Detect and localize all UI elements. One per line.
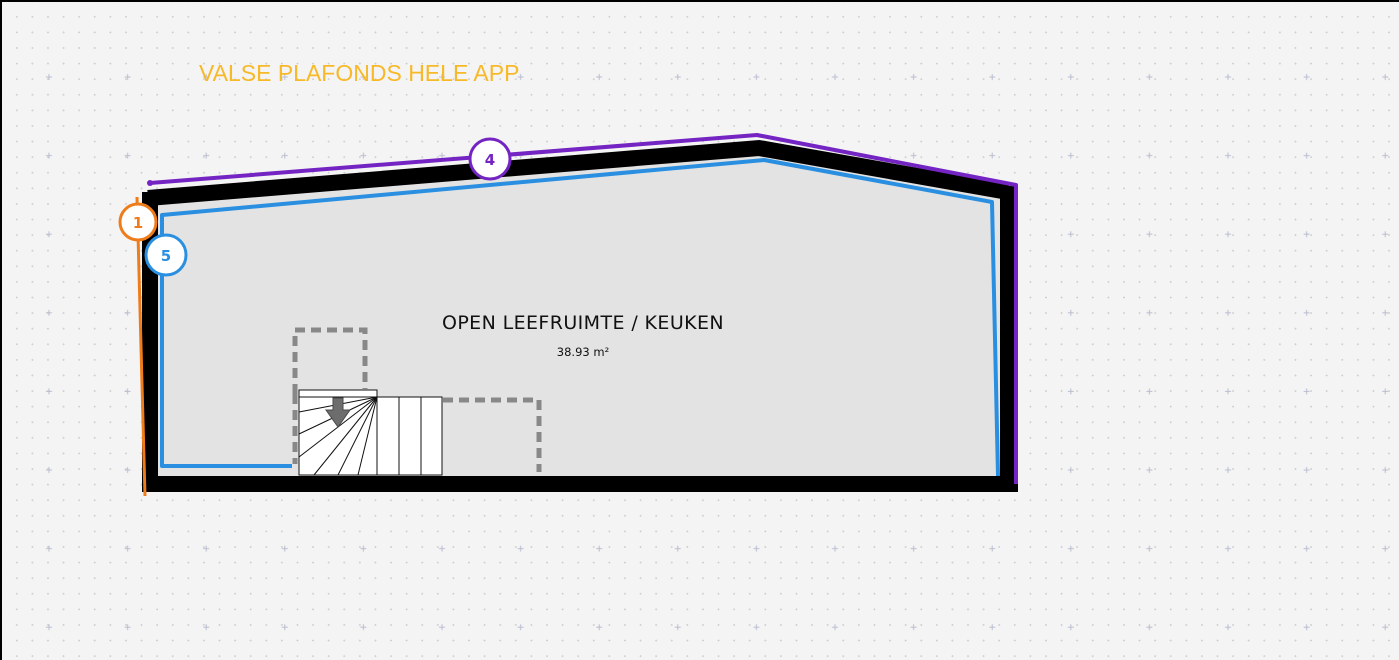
badge-4[interactable]: 4 <box>468 137 512 181</box>
drawing-title[interactable]: VALSE PLAFONDS HELE APP <box>199 60 519 86</box>
room-name-label[interactable]: OPEN LEEFRUIMTE / KEUKEN <box>442 312 724 334</box>
badge-1[interactable]: 1 <box>118 202 158 242</box>
purple-line-endpoint[interactable] <box>147 180 153 186</box>
badge-5[interactable]: 5 <box>144 233 188 277</box>
room-area-label: 38.93 m² <box>557 345 609 359</box>
staircase[interactable] <box>298 389 443 476</box>
badge-4-label: 4 <box>485 151 495 169</box>
badge-1-label: 1 <box>133 214 143 232</box>
badge-5-label: 5 <box>161 247 171 265</box>
floorplan-svg[interactable]: OPEN LEEFRUIMTE / KEUKEN 38.93 m² VALSE … <box>2 2 1399 660</box>
floorplan-canvas[interactable]: OPEN LEEFRUIMTE / KEUKEN 38.93 m² VALSE … <box>0 0 1399 660</box>
